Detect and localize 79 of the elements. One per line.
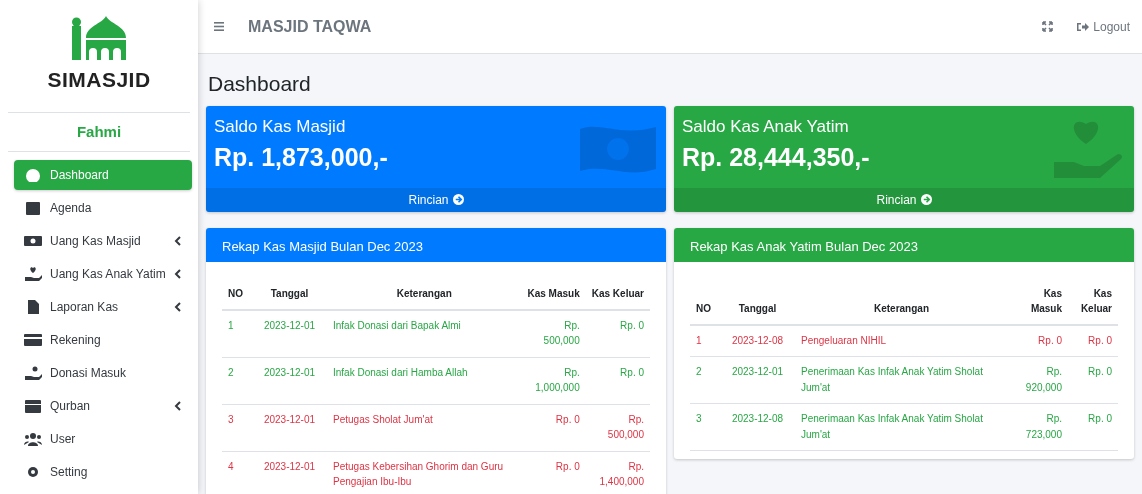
table-cell: 2023-12-01 bbox=[252, 451, 327, 494]
logout-icon bbox=[1077, 21, 1090, 32]
table-cell: 2023-12-08 bbox=[720, 324, 795, 357]
column-header: Keterangan bbox=[795, 277, 1008, 325]
box-title: Saldo Kas Masjid bbox=[214, 115, 347, 138]
menu-icon[interactable] bbox=[214, 22, 224, 31]
table-cell: Rp. 0 bbox=[1068, 403, 1118, 451]
card-icon bbox=[24, 333, 42, 347]
table-cell: Infak Donasi dari Hamba Allah bbox=[327, 357, 522, 404]
money-icon bbox=[24, 234, 42, 248]
column-header: Kas Masuk bbox=[1008, 277, 1068, 325]
user-name: Fahmi bbox=[76, 122, 122, 140]
balance-amount: Rp. 28,444,350,- bbox=[682, 142, 870, 173]
card-header: Rekap Kas Anak Yatim Bulan Dec 2023 bbox=[674, 227, 1134, 262]
menu-item[interactable]: User bbox=[14, 424, 192, 454]
balance-amount: Rp. 1,873,000,- bbox=[214, 142, 388, 173]
column-header: Kas Keluar bbox=[585, 277, 650, 310]
table-cell: Rp. 0 bbox=[585, 309, 650, 357]
column-header: NO bbox=[690, 277, 720, 325]
table-cell: Rp. 723,000 bbox=[1008, 403, 1068, 451]
table-cell: Rp. 1,400,000 bbox=[585, 451, 650, 494]
users-icon bbox=[24, 432, 42, 446]
menu-item[interactable]: Rekening bbox=[14, 325, 192, 355]
menu-item[interactable]: Laporan Kas bbox=[14, 292, 192, 322]
column-header: Tanggal bbox=[252, 277, 327, 310]
table-cell: Infak Donasi dari Bapak Almi bbox=[327, 309, 522, 357]
column-header: Kas Keluar bbox=[1068, 277, 1118, 325]
hand-coin-icon bbox=[24, 366, 42, 380]
hand-heart-icon bbox=[24, 267, 42, 281]
column-header: Keterangan bbox=[327, 277, 522, 310]
table-cell: Rp. 0 bbox=[521, 451, 586, 494]
box-icon bbox=[24, 399, 42, 413]
arrow-circle-icon bbox=[920, 194, 932, 205]
table-cell: Rp. 0 bbox=[521, 404, 586, 451]
table-cell: 1 bbox=[222, 309, 252, 357]
details-link[interactable]: Rincian bbox=[206, 187, 666, 212]
menu-item[interactable]: Uang Kas Anak Yatim bbox=[14, 259, 192, 289]
table-cell: 2 bbox=[690, 356, 720, 404]
menu-item[interactable]: Uang Kas Masjid bbox=[14, 226, 192, 256]
table-cell: 4 bbox=[222, 451, 252, 494]
details-link[interactable]: Rincian bbox=[674, 187, 1134, 212]
table-cell: 2023-12-01 bbox=[720, 356, 795, 404]
column-header: Tanggal bbox=[720, 277, 795, 325]
app-title: MASJID TAQWA bbox=[248, 16, 372, 37]
logout-link[interactable]: Logout bbox=[1077, 17, 1130, 36]
box-title: Saldo Kas Anak Yatim bbox=[682, 115, 850, 138]
table-cell: Rp. 0 bbox=[1068, 356, 1118, 404]
menu-item[interactable]: Setting bbox=[14, 457, 192, 487]
table-cell: Rp. 1,000,000 bbox=[521, 357, 586, 404]
table-cell: Petugas Kebersihan Ghorim dan Guru Pengajian Ibu-Ibu bbox=[327, 451, 522, 494]
menu-item[interactable]: Qurban bbox=[14, 391, 192, 421]
table-cell: Penerimaan Kas Infak Anak Yatim Sholat Jum'at bbox=[795, 403, 1008, 451]
table-cell: Pengeluaran NIHIL bbox=[795, 324, 1008, 357]
table-cell: 3 bbox=[222, 404, 252, 451]
table-cell: 3 bbox=[690, 403, 720, 451]
table-cell: 2023-12-01 bbox=[252, 357, 327, 404]
column-header: Kas Masuk bbox=[521, 277, 586, 310]
menu-item[interactable]: Donasi Masuk bbox=[14, 358, 192, 388]
menu-item[interactable]: Agenda bbox=[14, 193, 192, 223]
table-cell: Rp. 500,000 bbox=[521, 309, 586, 357]
table-cell: 2023-12-01 bbox=[252, 404, 327, 451]
mosque-logo bbox=[70, 16, 128, 60]
table-cell: 2023-12-08 bbox=[720, 403, 795, 451]
table-cell: Rp. 500,000 bbox=[585, 404, 650, 451]
table-cell: 2 bbox=[222, 357, 252, 404]
table-cell: 2023-12-01 bbox=[252, 309, 327, 357]
table-cell: Rp. 0 bbox=[1068, 324, 1118, 357]
table-cell: Rp. 0 bbox=[585, 357, 650, 404]
table-cell: Rp. 0 bbox=[1008, 324, 1068, 357]
fullscreen-icon[interactable] bbox=[1042, 21, 1054, 32]
arrow-circle-icon bbox=[452, 194, 464, 205]
card-header: Rekap Kas Masjid Bulan Dec 2023 bbox=[206, 227, 666, 262]
table-cell: 1 bbox=[690, 324, 720, 357]
column-header: NO bbox=[222, 277, 252, 310]
page-title: Dashboard bbox=[208, 72, 311, 95]
table-cell: Penerimaan Kas Infak Anak Yatim Sholat Jum'at bbox=[795, 356, 1008, 404]
table-cell: Rp. 920,000 bbox=[1008, 356, 1068, 404]
table-cell: Petugas Sholat Jum'at bbox=[327, 404, 522, 451]
brand-name: SIMASJID bbox=[47, 67, 151, 93]
